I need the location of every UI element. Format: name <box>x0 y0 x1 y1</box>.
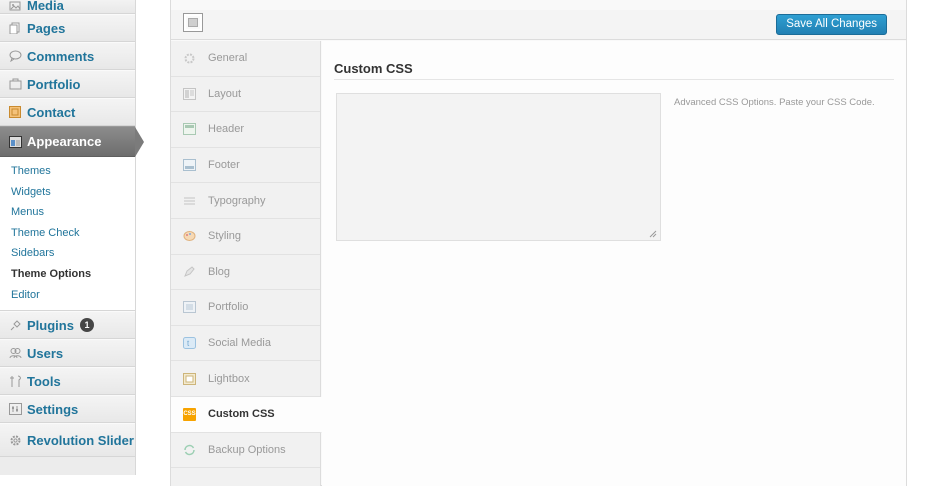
resize-handle-icon[interactable] <box>648 229 657 238</box>
pages-icon <box>8 21 22 35</box>
tab-label: Portfolio <box>208 301 249 314</box>
submenu-item-theme-check[interactable]: Theme Check <box>0 223 135 244</box>
tab-layout[interactable]: Layout <box>171 76 320 113</box>
update-count-badge: 1 <box>79 318 94 333</box>
portfolio-icon <box>183 301 196 314</box>
custom-css-section: Custom CSS Advanced CSS Options. Paste y… <box>322 41 906 486</box>
tools-icon <box>8 374 22 388</box>
tab-label: Typography <box>208 194 266 207</box>
submenu-item-sidebars[interactable]: Sidebars <box>0 243 135 264</box>
tab-label: Layout <box>208 87 242 100</box>
tab-general[interactable]: General <box>171 41 320 77</box>
appearance-icon <box>8 135 22 149</box>
theme-options-panel: Save All Changes General Layout Header F… <box>170 0 907 486</box>
plugins-icon <box>8 318 22 332</box>
save-all-changes-button[interactable]: Save All Changes <box>776 14 887 35</box>
custom-css-textarea[interactable] <box>336 93 661 241</box>
tab-lightbox[interactable]: Lightbox <box>171 361 320 397</box>
tab-label: General <box>208 52 248 65</box>
gear-icon <box>183 52 196 65</box>
submenu-item-menus[interactable]: Menus <box>0 202 135 223</box>
tab-blog[interactable]: Blog <box>171 254 320 291</box>
social-media-icon: t <box>183 337 196 350</box>
tab-label: Backup Options <box>208 443 286 456</box>
sidebar-item-label: Comments <box>27 48 95 64</box>
tab-label: Social Media <box>208 337 271 350</box>
tab-social-media[interactable]: t Social Media <box>171 325 320 362</box>
tab-label: Styling <box>208 230 242 243</box>
gear-icon <box>8 433 22 447</box>
sidebar-item-tools[interactable]: Tools <box>0 367 135 396</box>
footer-icon <box>183 159 196 172</box>
field-description: Advanced CSS Options. Paste your CSS Cod… <box>674 97 875 108</box>
sidebar-item-plugins[interactable]: Plugins 1 <box>0 311 135 340</box>
sidebar-item-label: Tools <box>27 373 61 389</box>
blog-icon <box>183 265 196 278</box>
sidebar-item-users[interactable]: Users <box>0 339 135 368</box>
tab-label: Header <box>208 123 245 136</box>
tab-portfolio[interactable]: Portfolio <box>171 290 320 326</box>
sidebar-item-label: Users <box>27 345 64 361</box>
theme-logo-icon[interactable] <box>183 13 203 32</box>
tab-typography[interactable]: Typography <box>171 183 320 219</box>
submenu-item-editor[interactable]: Editor <box>0 285 135 306</box>
section-title: Custom CSS <box>334 61 413 76</box>
submenu-item-theme-options[interactable]: Theme Options <box>0 264 135 285</box>
typography-icon <box>183 194 196 207</box>
sidebar-item-label: Contact <box>27 104 76 120</box>
sidebar-item-pages[interactable]: Pages <box>0 14 135 42</box>
sidebar-item-label: Pages <box>27 20 66 36</box>
layout-icon <box>183 87 196 100</box>
tab-label: Custom CSS <box>208 408 275 421</box>
portfolio-icon <box>8 77 22 91</box>
sidebar-item-revolution-slider[interactable]: Revolution Slider <box>0 423 135 458</box>
tab-label: Lightbox <box>208 372 250 385</box>
sidebar-item-label: Appearance <box>27 134 102 149</box>
sidebar-item-label: Settings <box>27 401 79 417</box>
submenu-item-themes[interactable]: Themes <box>0 161 135 182</box>
css-icon: CSS <box>183 407 196 421</box>
media-icon <box>8 0 22 13</box>
sidebar-item-contact[interactable]: Contact <box>0 98 135 126</box>
comments-icon <box>8 49 22 63</box>
sidebar-item-label: Plugins <box>27 317 74 333</box>
appearance-submenu: Themes Widgets Menus Theme Check Sidebar… <box>0 157 135 312</box>
sidebar-item-media[interactable]: Media <box>0 0 135 14</box>
tab-label: Footer <box>208 159 240 172</box>
options-toolbar: Save All Changes <box>171 10 906 40</box>
admin-sidebar: Media Pages Comments Portfolio Contact A… <box>0 0 144 475</box>
settings-icon <box>8 402 22 416</box>
header-icon <box>183 123 196 136</box>
tab-custom-css[interactable]: CSS Custom CSS <box>171 396 322 433</box>
sidebar-item-appearance[interactable]: Appearance <box>0 126 144 157</box>
contact-icon <box>8 105 22 119</box>
backup-icon <box>183 443 196 456</box>
options-tab-list: General Layout Header Footer Typography <box>171 41 322 486</box>
users-icon <box>8 346 22 360</box>
sidebar-item-settings[interactable]: Settings <box>0 395 135 424</box>
sidebar-item-portfolio[interactable]: Portfolio <box>0 70 135 98</box>
tab-footer[interactable]: Footer <box>171 147 320 184</box>
sidebar-item-comments[interactable]: Comments <box>0 42 135 70</box>
sidebar-item-label: Portfolio <box>27 76 81 92</box>
submenu-item-widgets[interactable]: Widgets <box>0 182 135 203</box>
styling-icon <box>183 230 196 243</box>
tab-header[interactable]: Header <box>171 112 320 148</box>
tab-backup-options[interactable]: Backup Options <box>171 432 320 469</box>
sidebar-item-label: Media <box>27 0 64 13</box>
tab-styling[interactable]: Styling <box>171 218 320 255</box>
tab-label: Blog <box>208 265 231 278</box>
section-divider <box>334 79 894 80</box>
sidebar-item-label: Revolution Slider <box>27 432 134 448</box>
lightbox-icon <box>183 372 196 385</box>
